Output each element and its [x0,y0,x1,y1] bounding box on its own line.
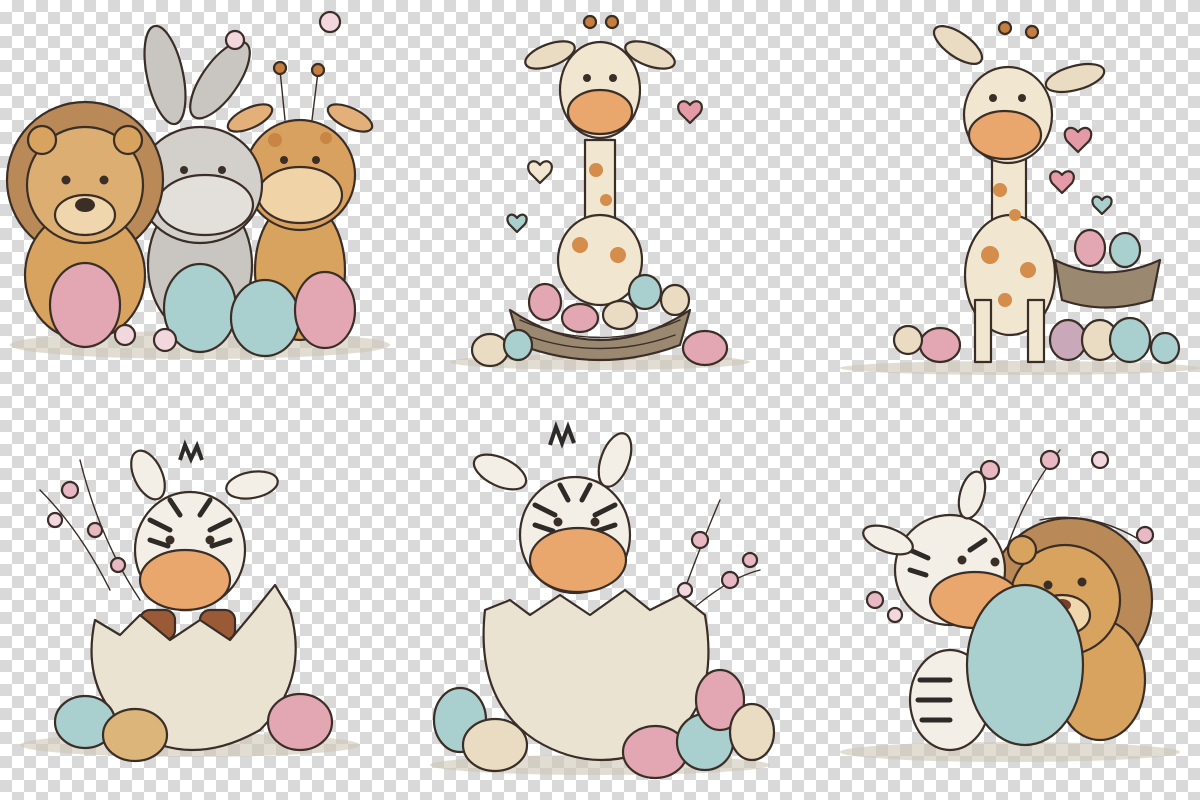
ground-shadow [840,361,1200,375]
giant-easter-egg [965,583,1085,747]
illustration-giraffe-in-nest [400,0,800,400]
hearts [1049,126,1113,216]
illustration-zebra-in-eggshell [400,400,800,800]
nest [1053,258,1162,309]
illustration-zebra-lion-hugging-egg [800,400,1200,800]
giraffe-figure [932,20,1106,364]
easter-eggs [48,261,357,358]
blossom-branch [39,459,141,601]
illustration-giraffe-standing [800,0,1200,400]
illustration-zebra-in-cracked-egg [0,400,400,800]
ground-shadow [840,742,1180,762]
illustration-lion-bunny-giraffe [0,0,400,400]
